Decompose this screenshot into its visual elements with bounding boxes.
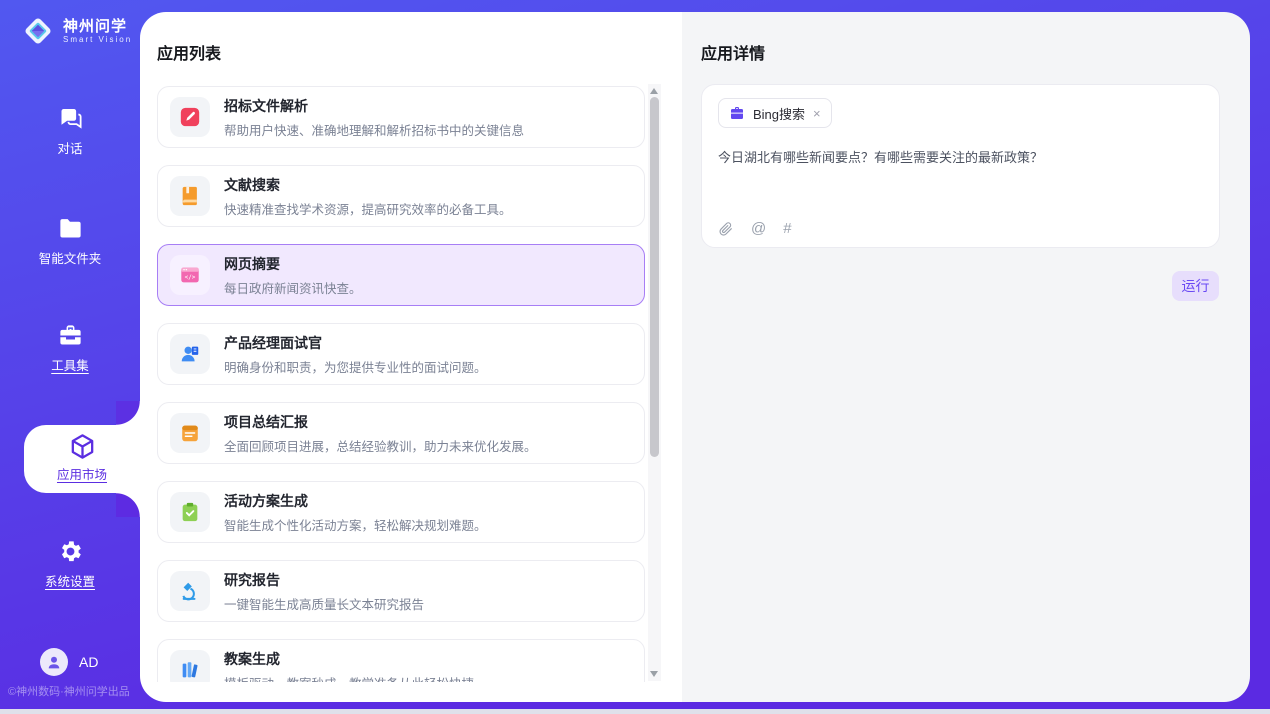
app-detail-panel: 应用详情 Bing搜索 × 今日湖北有哪些新闻要点？有哪些需要关注的最新政策？ … [682, 12, 1250, 702]
user-account[interactable]: AD [40, 648, 98, 676]
app-title: 文献搜索 [224, 175, 512, 195]
app-description: 智能生成个性化活动方案，轻松解决规划难题。 [224, 515, 487, 534]
svg-text:</>: </> [185, 274, 196, 281]
gear-icon [57, 538, 84, 565]
scrollbar[interactable] [648, 84, 661, 681]
app-title: 项目总结汇报 [224, 412, 537, 432]
scrollbar-thumb[interactable] [650, 97, 659, 457]
edit-square-icon [170, 97, 210, 137]
sidebar-item-settings[interactable]: 系统设置 [0, 538, 140, 590]
active-tab-flare-bottom [116, 493, 140, 517]
toolbox-icon [57, 322, 84, 349]
app-title: 研究报告 [224, 570, 424, 590]
prompt-card: Bing搜索 × 今日湖北有哪些新闻要点？有哪些需要关注的最新政策？ @ # [701, 84, 1220, 248]
sidebar-item-chat[interactable]: 对话 [0, 105, 140, 157]
main-content: 应用列表 招标文件解析 帮助用户快速、准确地理解和解析招标书中的关键信息 文献搜… [140, 12, 1250, 702]
person-icon [45, 653, 63, 671]
app-card[interactable]: 活动方案生成 智能生成个性化活动方案，轻松解决规划难题。 [157, 481, 645, 543]
app-description: 帮助用户快速、准确地理解和解析招标书中的关键信息 [224, 120, 524, 139]
app-description: 每日政府新闻资讯快查。 [224, 278, 362, 297]
activity-plan-icon [170, 492, 210, 532]
research-report-icon [170, 571, 210, 611]
run-button[interactable]: 运行 [1172, 271, 1219, 301]
app-title: 产品经理面试官 [224, 333, 487, 353]
tool-tag-label: Bing搜索 [753, 104, 805, 123]
app-window: 神州问学 Smart Vision 对话 智能文件夹 工具集 [0, 0, 1270, 714]
summary-report-icon [170, 413, 210, 453]
web-summary-icon: </> [170, 255, 210, 295]
app-detail-title: 应用详情 [701, 40, 1220, 64]
sidebar-item-label: 智能文件夹 [0, 248, 140, 267]
book-icon [170, 176, 210, 216]
app-title: 活动方案生成 [224, 491, 487, 511]
app-title: 招标文件解析 [224, 96, 524, 116]
scrollbar-up-arrow[interactable] [650, 88, 658, 94]
app-card[interactable]: 招标文件解析 帮助用户快速、准确地理解和解析招标书中的关键信息 [157, 86, 645, 148]
sidebar-item-label: 对话 [0, 138, 140, 157]
sidebar: 神州问学 Smart Vision 对话 智能文件夹 工具集 [0, 0, 140, 714]
prompt-input[interactable]: 今日湖北有哪些新闻要点？有哪些需要关注的最新政策？ [718, 148, 1203, 168]
app-description: 明确身份和职责，为您提供专业性的面试问题。 [224, 357, 487, 376]
folder-icon [57, 215, 84, 242]
app-card[interactable]: 教案生成 模板驱动，教案秒成，教学准备从此轻松快捷 [157, 639, 645, 682]
app-card[interactable]: 产品经理面试官 明确身份和职责，为您提供专业性的面试问题。 [157, 323, 645, 385]
brand-logo: 神州问学 Smart Vision [20, 13, 132, 49]
app-description: 模板驱动，教案秒成，教学准备从此轻松快捷 [224, 673, 474, 683]
app-title: 网页摘要 [224, 254, 362, 274]
app-description: 全面回顾项目进展，总结经验教训，助力未来优化发展。 [224, 436, 537, 455]
copyright-text: ©神州数码·神州问学出品 [8, 683, 130, 699]
app-list: 招标文件解析 帮助用户快速、准确地理解和解析招标书中的关键信息 文献搜索 快速精… [157, 86, 645, 682]
app-description: 一键智能生成高质量长文本研究报告 [224, 594, 424, 613]
sidebar-item-app-market[interactable]: 应用市场 [24, 425, 140, 493]
tool-tag-close-icon[interactable]: × [813, 107, 821, 120]
brand-subtitle: Smart Vision [63, 35, 132, 44]
active-tab-flare-top [116, 401, 140, 425]
lesson-plan-icon [170, 650, 210, 682]
cube-icon [68, 432, 97, 461]
scrollbar-down-arrow[interactable] [650, 671, 658, 677]
sidebar-item-toolset[interactable]: 工具集 [0, 322, 140, 374]
tool-tag-bing-search[interactable]: Bing搜索 × [718, 98, 832, 128]
brand-name: 神州问学 [63, 18, 132, 35]
sidebar-item-label: 工具集 [0, 355, 140, 374]
diamond-logo-icon [20, 13, 56, 49]
sidebar-item-smart-folder[interactable]: 智能文件夹 [0, 215, 140, 267]
app-card[interactable]: </> 网页摘要 每日政府新闻资讯快查。 [157, 244, 645, 306]
app-card[interactable]: 项目总结汇报 全面回顾项目进展，总结经验教训，助力未来优化发展。 [157, 402, 645, 464]
app-title: 教案生成 [224, 649, 474, 669]
sidebar-item-label: 系统设置 [0, 571, 140, 590]
briefcase-icon [729, 105, 745, 121]
chat-icon [57, 105, 84, 132]
app-card[interactable]: 研究报告 一键智能生成高质量长文本研究报告 [157, 560, 645, 622]
app-card[interactable]: 文献搜索 快速精准查找学术资源，提高研究效率的必备工具。 [157, 165, 645, 227]
at-icon[interactable]: @ [751, 220, 766, 237]
interviewer-icon [170, 334, 210, 374]
app-list-title: 应用列表 [157, 40, 682, 64]
avatar [40, 648, 68, 676]
app-description: 快速精准查找学术资源，提高研究效率的必备工具。 [224, 199, 512, 218]
user-initials: AD [79, 654, 98, 670]
app-list-panel: 应用列表 招标文件解析 帮助用户快速、准确地理解和解析招标书中的关键信息 文献搜… [140, 12, 682, 702]
hash-icon[interactable]: # [783, 220, 791, 237]
window-bottom-strip [0, 709, 1270, 714]
paperclip-icon[interactable] [718, 221, 734, 237]
prompt-toolbar: @ # [718, 220, 792, 237]
sidebar-item-label: 应用市场 [24, 464, 140, 483]
